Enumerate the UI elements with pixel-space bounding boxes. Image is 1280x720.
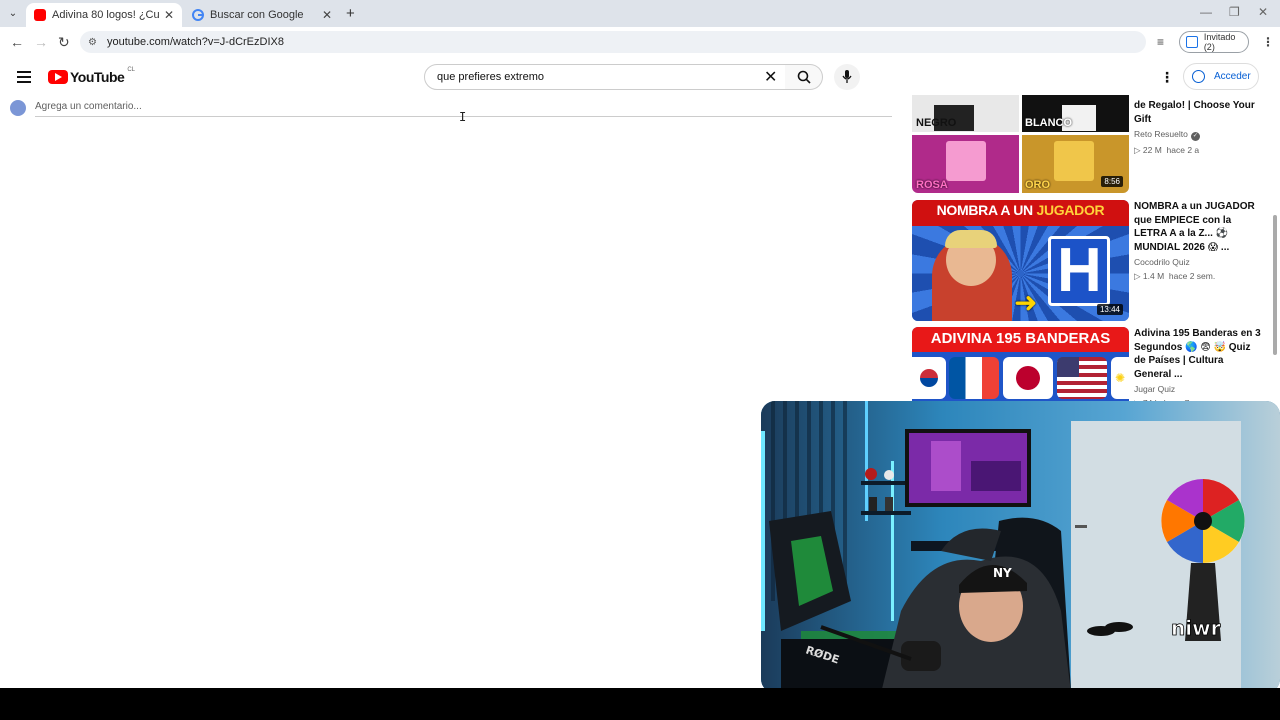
thumb-letter: H xyxy=(1057,236,1102,305)
thumb-banner-white: NOMBRA A UN xyxy=(936,202,1037,218)
url-text: youtube.com/watch?v=J-dCrEzDIX8 xyxy=(106,36,284,48)
youtube-header: YouTube CL que prefieres extremo ✕ ⋮ Acc… xyxy=(0,57,1280,97)
thumb-label: BLANCO xyxy=(1025,117,1073,129)
thumb-label: ROSA xyxy=(916,179,948,191)
reload-icon[interactable]: ↻ xyxy=(58,34,70,51)
flag-korea xyxy=(912,357,946,399)
microphone-icon xyxy=(842,70,852,83)
verified-icon: ✓ xyxy=(1190,132,1200,141)
country-code: CL xyxy=(127,67,135,73)
text-cursor-icon: I xyxy=(459,110,467,124)
thumb-label: NEGRO xyxy=(916,117,957,129)
clear-search-icon[interactable]: ✕ xyxy=(764,67,777,87)
thumb-banner: NOMBRA A UN JUGADOR xyxy=(912,202,1129,218)
thumb-label: ORO xyxy=(1025,179,1051,191)
search-input[interactable]: que prefieres extremo xyxy=(424,64,786,90)
video-thumbnail[interactable]: NOMBRA A UN JUGADOR H ➜ 13:44 xyxy=(912,200,1129,321)
youtube-logo[interactable]: YouTube CL xyxy=(48,67,135,85)
sidebar-video-2[interactable]: NOMBRA A UN JUGADOR H ➜ 13:44 NOMBRA a u… xyxy=(912,200,1272,322)
thumb-banner-yellow: JUGADOR xyxy=(1036,202,1105,218)
webcam-watermark: niwr xyxy=(1171,616,1221,640)
tab-google[interactable]: Buscar con Google ✕ xyxy=(184,3,340,27)
channel-name[interactable]: Reto Resuelto xyxy=(1134,129,1188,139)
comment-placeholder: Agrega un comentario... xyxy=(35,101,142,112)
view-count: 1.4 M xyxy=(1142,271,1165,281)
youtube-play-icon xyxy=(48,70,68,84)
back-icon[interactable]: ← xyxy=(10,34,24,50)
profile-icon xyxy=(1186,36,1198,48)
flag-france xyxy=(949,357,999,399)
tab-search-icon[interactable]: ⌄ xyxy=(4,4,22,22)
signin-label: Acceder xyxy=(1214,71,1251,82)
site-info-icon[interactable]: ⚙ xyxy=(88,37,97,48)
guest-label: Invitado (2) xyxy=(1203,32,1236,52)
close-window-icon[interactable]: ✕ xyxy=(1258,5,1268,19)
tab-title: Buscar con Google xyxy=(210,9,304,21)
video-title[interactable]: Adivina 195 Banderas en 3 Segundos 🌎 😨 🤯… xyxy=(1134,327,1262,381)
settings-menu-icon[interactable]: ⋮ xyxy=(1160,69,1174,86)
menu-icon[interactable] xyxy=(17,71,31,83)
arrow-icon: ➜ xyxy=(1014,287,1038,318)
upload-age: hace 2 sem. xyxy=(1168,271,1216,281)
youtube-favicon-icon xyxy=(34,9,46,21)
tab-youtube[interactable]: Adivina 80 logos! ¿Cuántas Ma ✕ xyxy=(26,3,182,27)
thumb-banner: ADIVINA 195 BANDERAS xyxy=(930,330,1111,347)
address-bar[interactable]: ⚙ youtube.com/watch?v=J-dCrEzDIX8 xyxy=(80,31,1146,53)
guest-profile-button[interactable]: Invitado (2) xyxy=(1179,31,1249,53)
screen: ⌄ Adivina 80 logos! ¿Cuántas Ma ✕ Buscar… xyxy=(0,0,1280,720)
minimize-icon[interactable]: — xyxy=(1200,5,1212,19)
flag-japan xyxy=(1003,357,1053,399)
video-meta: Adivina 195 Banderas en 3 Segundos 🌎 😨 🤯… xyxy=(1134,327,1262,409)
upload-age: hace 2 a xyxy=(1166,145,1200,155)
media-control-icon[interactable]: ≡ xyxy=(1157,35,1164,49)
close-tab-icon[interactable]: ✕ xyxy=(164,8,174,22)
channel-row: Reto Resuelto ✓ xyxy=(1134,129,1262,141)
voice-search-button[interactable] xyxy=(834,64,860,90)
cap-logo: NY xyxy=(993,566,1012,580)
video-meta: de Regalo! | Choose Your Gift Reto Resue… xyxy=(1134,99,1262,156)
video-title[interactable]: de Regalo! | Choose Your Gift xyxy=(1134,99,1262,126)
channel-name[interactable]: Jugar Quiz xyxy=(1134,384,1262,394)
video-thumbnail[interactable]: ADIVINA 195 BANDERAS ✺ xyxy=(912,327,1129,401)
webcam-scene: NY RØDE niwr xyxy=(761,401,1280,693)
signin-button[interactable]: Acceder xyxy=(1183,63,1259,90)
scrollbar[interactable] xyxy=(1273,215,1277,355)
channel-name[interactable]: Cocodrilo Quiz xyxy=(1134,257,1262,267)
close-tab-icon[interactable]: ✕ xyxy=(322,8,332,22)
search-icon xyxy=(797,70,811,84)
logo-text: YouTube xyxy=(70,69,125,85)
sidebar-video-1[interactable]: NEGRO BLANCO ROSA ORO 8:56 de Regalo! | … xyxy=(912,95,1272,195)
browser-toolbar: ← → ↻ ⚙ youtube.com/watch?v=J-dCrEzDIX8 … xyxy=(0,27,1280,57)
flag-usa xyxy=(1057,357,1107,399)
maximize-icon[interactable]: ❐ xyxy=(1229,5,1240,19)
video-meta: NOMBRA a un JUGADOR que EMPIECE con la L… xyxy=(1134,200,1262,282)
flag-philippines: ✺ xyxy=(1111,357,1129,399)
forward-icon[interactable]: → xyxy=(34,34,48,50)
search-value: que prefieres extremo xyxy=(437,71,544,83)
comment-box[interactable]: Agrega un comentario... xyxy=(10,99,892,117)
video-stats: ▷ 22 M hace 2 a xyxy=(1134,145,1200,155)
video-duration: 8:56 xyxy=(1101,176,1123,187)
video-stats: ▷ 1.4 M hace 2 sem. xyxy=(1134,271,1216,281)
browser-tab-strip: ⌄ Adivina 80 logos! ¿Cuántas Ma ✕ Buscar… xyxy=(0,0,1280,27)
bottom-black-bar xyxy=(0,688,1280,720)
new-tab-icon[interactable]: + xyxy=(346,5,355,22)
browser-menu-icon[interactable]: ⋮ xyxy=(1262,35,1274,49)
sidebar-video-3[interactable]: ADIVINA 195 BANDERAS ✺ Adivina 195 Bande… xyxy=(912,327,1272,408)
video-thumbnail[interactable]: NEGRO BLANCO ROSA ORO 8:56 xyxy=(912,95,1129,193)
video-title[interactable]: NOMBRA a un JUGADOR que EMPIECE con la L… xyxy=(1134,200,1262,254)
view-count: 22 M xyxy=(1142,145,1162,155)
video-duration: 13:44 xyxy=(1096,304,1123,315)
tab-title: Adivina 80 logos! ¿Cuántas Ma xyxy=(52,9,160,21)
avatar xyxy=(10,100,26,116)
search-button[interactable] xyxy=(785,64,823,90)
google-favicon-icon xyxy=(192,9,204,21)
webcam-overlay: NY RØDE niwr xyxy=(761,401,1280,693)
account-icon xyxy=(1192,70,1205,83)
